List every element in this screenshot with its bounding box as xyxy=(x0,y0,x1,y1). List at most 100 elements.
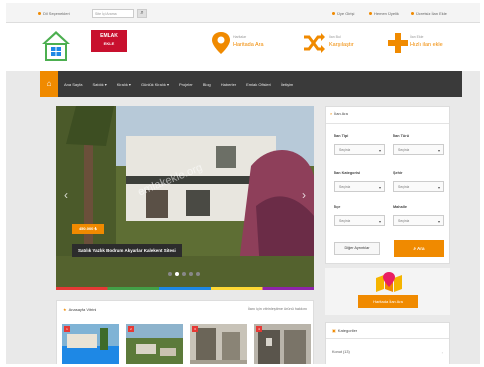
slide-caption[interactable]: Satılık Yazlık Bodrum Akyarlar Kalekent … xyxy=(72,244,182,257)
plus-icon xyxy=(411,12,414,16)
categories-title: ▣ Kategoriler xyxy=(332,328,357,333)
prev-arrow-icon[interactable]: ‹ xyxy=(64,188,68,202)
chevron-down-icon: ▾ xyxy=(437,185,440,190)
site-search-input[interactable]: Site İçi Arama xyxy=(92,9,134,18)
select-value: Seçiniz xyxy=(398,185,410,189)
quick-add-small: İlan Ekle xyxy=(410,35,424,39)
house-photo xyxy=(56,106,314,287)
listing-thumbnail[interactable]: 1 xyxy=(62,324,119,364)
page-frame: Dil Seçenekleri Site İçi Arama ⌕ Üye Gir… xyxy=(6,3,480,364)
listing-thumbnail[interactable]: 4 xyxy=(254,324,311,364)
nav-item[interactable]: Günlük Kiralık ▾ xyxy=(141,82,169,87)
field-label: İlçe xyxy=(334,205,341,209)
select-value: Seçiniz xyxy=(339,148,351,152)
search-button[interactable]: ⌕ Ara xyxy=(394,240,444,257)
compare-small: İlan Bul xyxy=(329,35,341,39)
user-plus-icon xyxy=(369,12,372,16)
search-button-label: Ara xyxy=(417,246,425,251)
top-bar: Dil Seçenekleri Site İçi Arama ⌕ Üye Gir… xyxy=(6,3,480,23)
chevron-down-icon: ▾ xyxy=(437,219,440,224)
folder-icon: ▣ xyxy=(332,328,336,333)
slider-dot[interactable] xyxy=(168,272,172,276)
slider-dot[interactable] xyxy=(182,272,186,276)
register-label: Hemen Üyelik xyxy=(374,11,399,16)
map-icon xyxy=(376,272,402,292)
showcase-info-link[interactable]: İlanı için vitrinleştime ürünü hakkını xyxy=(248,307,307,311)
field-label: Mahalle xyxy=(393,205,407,209)
field-label: Şehir xyxy=(393,171,403,175)
chevron-down-icon: ▾ xyxy=(437,148,440,153)
slider-dot[interactable] xyxy=(189,272,193,276)
thumbnail-image xyxy=(62,324,119,364)
featured-slider[interactable]: emlakekle.org ‹ › 450.000 ₺ Satılık Yazl… xyxy=(56,106,314,287)
map-search-banner[interactable]: Haritada İlan Ara xyxy=(325,268,450,315)
map-pin-icon xyxy=(212,32,230,54)
slider-dot[interactable] xyxy=(175,272,179,276)
main-nav: ⌂ Ana Sayfa Satılık ▾ Kiralık ▾ Günlük Kira… xyxy=(40,71,462,97)
star-icon: ★ xyxy=(63,307,67,312)
showcase-title-text: Anasayfa Vitrini xyxy=(68,307,97,312)
login-link[interactable]: Üye Girişi xyxy=(332,11,354,16)
search-title-text: İlan Ara xyxy=(334,111,348,116)
globe-icon xyxy=(38,12,41,16)
search-panel: ⌕ İlan Ara İlan Tipi Seçiniz ▾ İlan Türü Seçi… xyxy=(325,106,450,264)
select-dropdown[interactable]: Seçiniz ▾ xyxy=(393,181,444,192)
select-value: Seçiniz xyxy=(398,219,410,223)
shuffle-icon xyxy=(304,33,325,53)
listing-badge: 3 xyxy=(192,326,198,332)
listing-badge: 4 xyxy=(256,326,262,332)
login-label: Üye Girişi xyxy=(337,11,355,16)
category-item[interactable]: Konut (13) xyxy=(332,350,350,354)
thumbnail-image xyxy=(126,324,183,364)
language-selector[interactable]: Dil Seçenekleri xyxy=(38,11,70,16)
slider-dots xyxy=(168,272,200,276)
nav-item[interactable]: İletişim xyxy=(281,82,293,87)
house-logo-icon[interactable] xyxy=(41,30,71,61)
select-dropdown[interactable]: Seçiniz ▾ xyxy=(334,215,385,226)
free-ad-link[interactable]: Ücretsiz İlan Ekle xyxy=(411,11,447,16)
select-value: Seçiniz xyxy=(398,148,410,152)
divider xyxy=(326,338,449,339)
price-badge: 450.000 ₺ xyxy=(72,224,104,234)
nav-item[interactable]: Haberler xyxy=(221,82,236,87)
divider xyxy=(326,123,449,124)
slider-dot[interactable] xyxy=(196,272,200,276)
nav-items: Ana Sayfa Satılık ▾ Kiralık ▾ Günlük Kiralı… xyxy=(64,71,293,97)
categories-title-text: Kategoriler xyxy=(337,328,358,333)
select-dropdown[interactable]: Seçiniz ▾ xyxy=(393,215,444,226)
map-search-label: Haritada Ara xyxy=(233,42,264,48)
nav-item[interactable]: Satılık ▾ xyxy=(92,82,106,87)
compare-label: Karşılaştır xyxy=(329,42,354,48)
listing-badge: 1 xyxy=(64,326,70,332)
showcase-listing: ★ Anasayfa Vitrini İlanı için vitrinleşti… xyxy=(56,300,314,364)
site-logo[interactable]: EMLAK EKLE xyxy=(91,30,127,52)
free-ad-label: Ücretsiz İlan Ekle xyxy=(416,11,447,16)
language-label: Dil Seçenekleri xyxy=(43,11,70,16)
nav-item[interactable]: Blog xyxy=(203,82,211,87)
select-value: Seçiniz xyxy=(339,219,351,223)
quick-add-label: Hızlı ilan ekle xyxy=(410,42,443,48)
chevron-down-icon: ▾ xyxy=(378,219,381,224)
more-details-button[interactable]: Diğer Ayrıntılar xyxy=(334,242,380,255)
next-arrow-icon[interactable]: › xyxy=(302,188,306,202)
map-search-small: Haritalar xyxy=(233,35,247,39)
select-dropdown[interactable]: Seçiniz ▾ xyxy=(334,144,385,155)
listing-thumbnail[interactable]: 3 xyxy=(190,324,247,364)
nav-item[interactable]: Emlak Ofisleri xyxy=(246,82,271,87)
field-label: İlan Kategorisi xyxy=(334,171,361,175)
nav-item[interactable]: Ana Sayfa xyxy=(64,82,82,87)
nav-item[interactable]: Projeler xyxy=(179,82,193,87)
plus-large-icon xyxy=(388,33,408,53)
logo-subtitle: EKLE xyxy=(103,41,115,46)
select-dropdown[interactable]: Seçiniz ▾ xyxy=(334,181,385,192)
chevron-right-icon: › xyxy=(441,350,443,355)
thumbnail-image xyxy=(190,324,247,364)
map-search-button[interactable]: Haritada İlan Ara xyxy=(358,295,418,308)
search-icon[interactable]: ⌕ xyxy=(137,9,147,18)
color-stripe xyxy=(56,287,314,290)
register-link[interactable]: Hemen Üyelik xyxy=(369,11,399,16)
nav-item[interactable]: Kiralık ▾ xyxy=(117,82,131,87)
home-icon[interactable]: ⌂ xyxy=(40,71,58,97)
listing-thumbnail[interactable]: 2 xyxy=(126,324,183,364)
select-dropdown[interactable]: Seçiniz ▾ xyxy=(393,144,444,155)
